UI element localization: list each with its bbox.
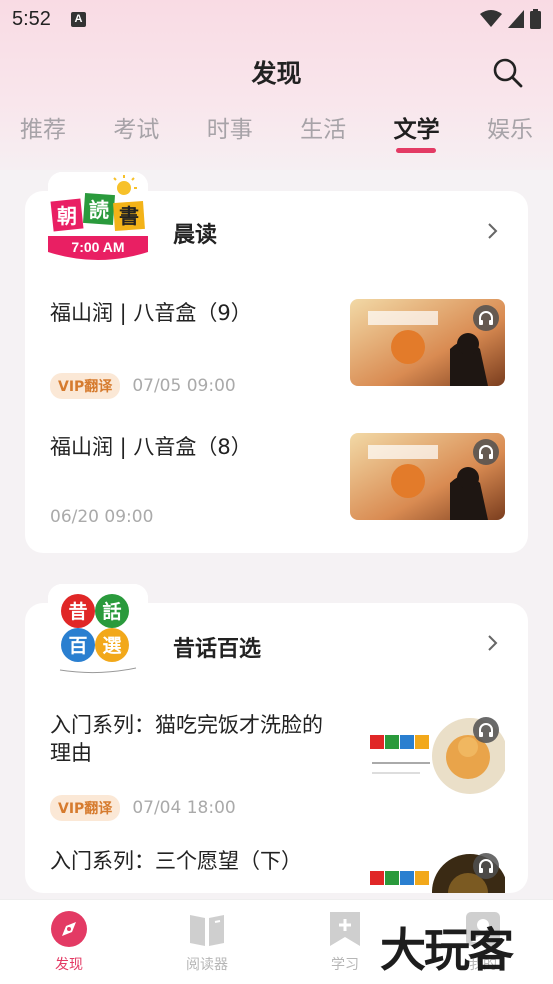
wifi-icon (480, 10, 502, 27)
logo-time: 7:00 AM (71, 239, 124, 255)
tab-recommend[interactable]: 推荐 (20, 110, 66, 160)
item-thumbnail (350, 433, 505, 520)
nav-label: 学习 (331, 957, 359, 973)
tab-news[interactable]: 时事 (207, 110, 253, 160)
logo-char-2: 話 (102, 600, 121, 623)
chevron-right-icon[interactable] (486, 633, 500, 653)
logo-char-4: 選 (102, 635, 121, 657)
battery-icon (530, 9, 541, 29)
tab-life[interactable]: 生活 (300, 110, 346, 160)
item-title: 福山润 | 八音盒（8） (50, 435, 252, 459)
section-title: 昔话百选 (173, 637, 262, 662)
item-thumbnail (350, 299, 505, 386)
vip-badge: VIP翻译 (50, 373, 121, 399)
section-card-old-tales: 昔 話 百 選 昔话百选 入门系列：猫吃完饭才洗脸的理由 VIP翻译 07/04… (25, 584, 528, 893)
list-item[interactable]: 福山润 | 八音盒（8） 06/20 09:00 (50, 433, 505, 527)
item-meta: VIP翻译 07/04 18:00 (50, 795, 236, 821)
nav-reader[interactable]: 阅读器 (167, 910, 247, 974)
headphones-icon (473, 717, 499, 743)
list-item[interactable]: 入门系列：猫吃完饭才洗脸的理由 VIP翻译 07/04 18:00 (50, 711, 505, 821)
logo-char-1: 朝 (57, 204, 77, 228)
notification-a-icon: A (70, 11, 86, 27)
compass-icon (51, 911, 87, 947)
status-bar: 5:52 A (0, 0, 553, 38)
nav-study[interactable]: 学习 (305, 910, 385, 974)
status-time: 5:52 (12, 7, 51, 30)
item-meta: 06/20 09:00 (50, 507, 153, 527)
section-card-morning-reading: 朝 読 書 7:00 AM 晨读 福山润 | 八音盒（9） VIP翻译 07/0… (25, 172, 528, 553)
category-tabs: 推荐 考试 时事 生活 文学 娱乐 (0, 110, 553, 160)
item-thumbnail (360, 847, 505, 893)
list-item[interactable]: 福山润 | 八音盒（9） VIP翻译 07/05 09:00 (50, 299, 505, 399)
book-icon (190, 915, 224, 946)
bookmark-plus-icon (330, 912, 360, 946)
item-meta: VIP翻译 07/05 09:00 (50, 373, 236, 399)
item-date: 07/05 09:00 (132, 376, 236, 396)
item-date: 07/04 18:00 (132, 798, 236, 818)
page-title: 发现 (251, 59, 302, 88)
section-title: 晨读 (173, 223, 218, 248)
signal-icon (508, 10, 524, 28)
tab-entertainment[interactable]: 娱乐 (487, 110, 533, 160)
vip-badge: VIP翻译 (50, 795, 121, 821)
logo-char-3: 百 (68, 635, 87, 657)
tab-literature[interactable]: 文学 (394, 110, 440, 160)
headphones-icon (473, 305, 499, 331)
search-icon[interactable] (491, 56, 525, 90)
nav-label: 阅读器 (186, 957, 228, 973)
item-date: 06/20 09:00 (50, 507, 154, 527)
old-tales-logo: 昔 話 百 選 (48, 584, 148, 684)
tab-exam[interactable]: 考试 (113, 110, 159, 160)
chevron-right-icon[interactable] (486, 221, 500, 241)
headphones-icon (473, 853, 499, 879)
item-title: 入门系列：猫吃完饭才洗脸的理由 (50, 713, 323, 765)
nav-label: 发现 (55, 957, 83, 973)
item-title: 福山润 | 八音盒（9） (50, 301, 252, 325)
morning-reading-logo: 朝 読 書 7:00 AM (48, 172, 148, 272)
watermark: 大玩客 (380, 923, 514, 977)
headphones-icon (473, 439, 499, 465)
logo-char-2: 読 (89, 198, 109, 222)
item-title: 入门系列：三个愿望（下） (50, 849, 302, 873)
list-item[interactable]: 入门系列：三个愿望（下） (50, 847, 505, 893)
nav-discover[interactable]: 发现 (29, 910, 109, 974)
logo-char-3: 書 (119, 204, 139, 228)
page-header: 发现 (0, 48, 553, 96)
item-thumbnail (360, 711, 505, 798)
logo-char-1: 昔 (68, 601, 87, 623)
